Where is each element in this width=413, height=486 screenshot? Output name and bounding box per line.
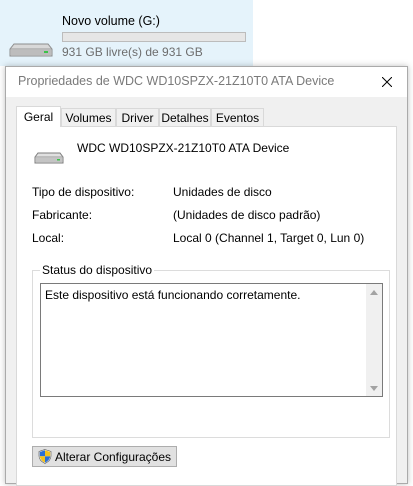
drive-usage-bar — [62, 32, 246, 42]
uac-shield-icon — [38, 449, 52, 464]
title-bar[interactable]: Propriedades de WDC WD10SPZX-21Z10T0 ATA… — [6, 67, 407, 97]
tab-volumes[interactable]: Volumes — [61, 108, 116, 126]
device-status-group: Status do dispositivo Este dispositivo e… — [32, 263, 390, 438]
tab-detalhes[interactable]: Detalhes — [159, 108, 211, 126]
device-status-text: Este dispositivo está funcionando corret… — [45, 288, 301, 302]
drive-tile[interactable]: Novo volume (G:) 931 GB livre(s) de 931 … — [0, 0, 253, 66]
device-status-title: Status do dispositivo — [40, 263, 155, 277]
property-label-fabricante: Fabricante: — [32, 208, 93, 222]
tab-geral[interactable]: Geral — [16, 106, 61, 127]
tab-driver[interactable]: Driver — [116, 108, 159, 126]
status-scrollbar[interactable] — [366, 284, 382, 396]
scroll-up-arrow-icon[interactable] — [366, 284, 382, 300]
device-status-textbox[interactable]: Este dispositivo está funcionando corret… — [40, 283, 383, 397]
tab-panel-geral: WDC WD10SPZX-21Z10T0 ATA Device Tipo de … — [16, 126, 397, 486]
property-value-local: Local 0 (Channel 1, Target 0, Lun 0) — [173, 231, 365, 245]
drive-name: Novo volume (G:) — [62, 14, 160, 28]
property-value-tipo: Unidades de disco — [173, 185, 272, 199]
device-name: WDC WD10SPZX-21Z10T0 ATA Device — [77, 141, 290, 155]
dialog-title: Propriedades de WDC WD10SPZX-21Z10T0 ATA… — [18, 74, 335, 88]
property-label-tipo: Tipo de dispositivo: — [32, 185, 135, 199]
drive-free-space: 931 GB livre(s) de 931 GB — [62, 45, 203, 59]
tab-eventos[interactable]: Eventos — [211, 108, 264, 126]
property-value-fabricante: (Unidades de disco padrão) — [173, 208, 321, 222]
scroll-down-arrow-icon[interactable] — [366, 380, 382, 396]
close-icon[interactable] — [369, 67, 405, 97]
drive-icon — [9, 43, 53, 57]
properties-dialog: Propriedades de WDC WD10SPZX-21Z10T0 ATA… — [5, 66, 408, 486]
property-label-local: Local: — [32, 231, 65, 245]
disk-drive-icon — [34, 152, 64, 164]
change-settings-label: Alterar Configurações — [54, 449, 172, 464]
change-settings-button[interactable]: Alterar Configurações — [32, 446, 177, 467]
